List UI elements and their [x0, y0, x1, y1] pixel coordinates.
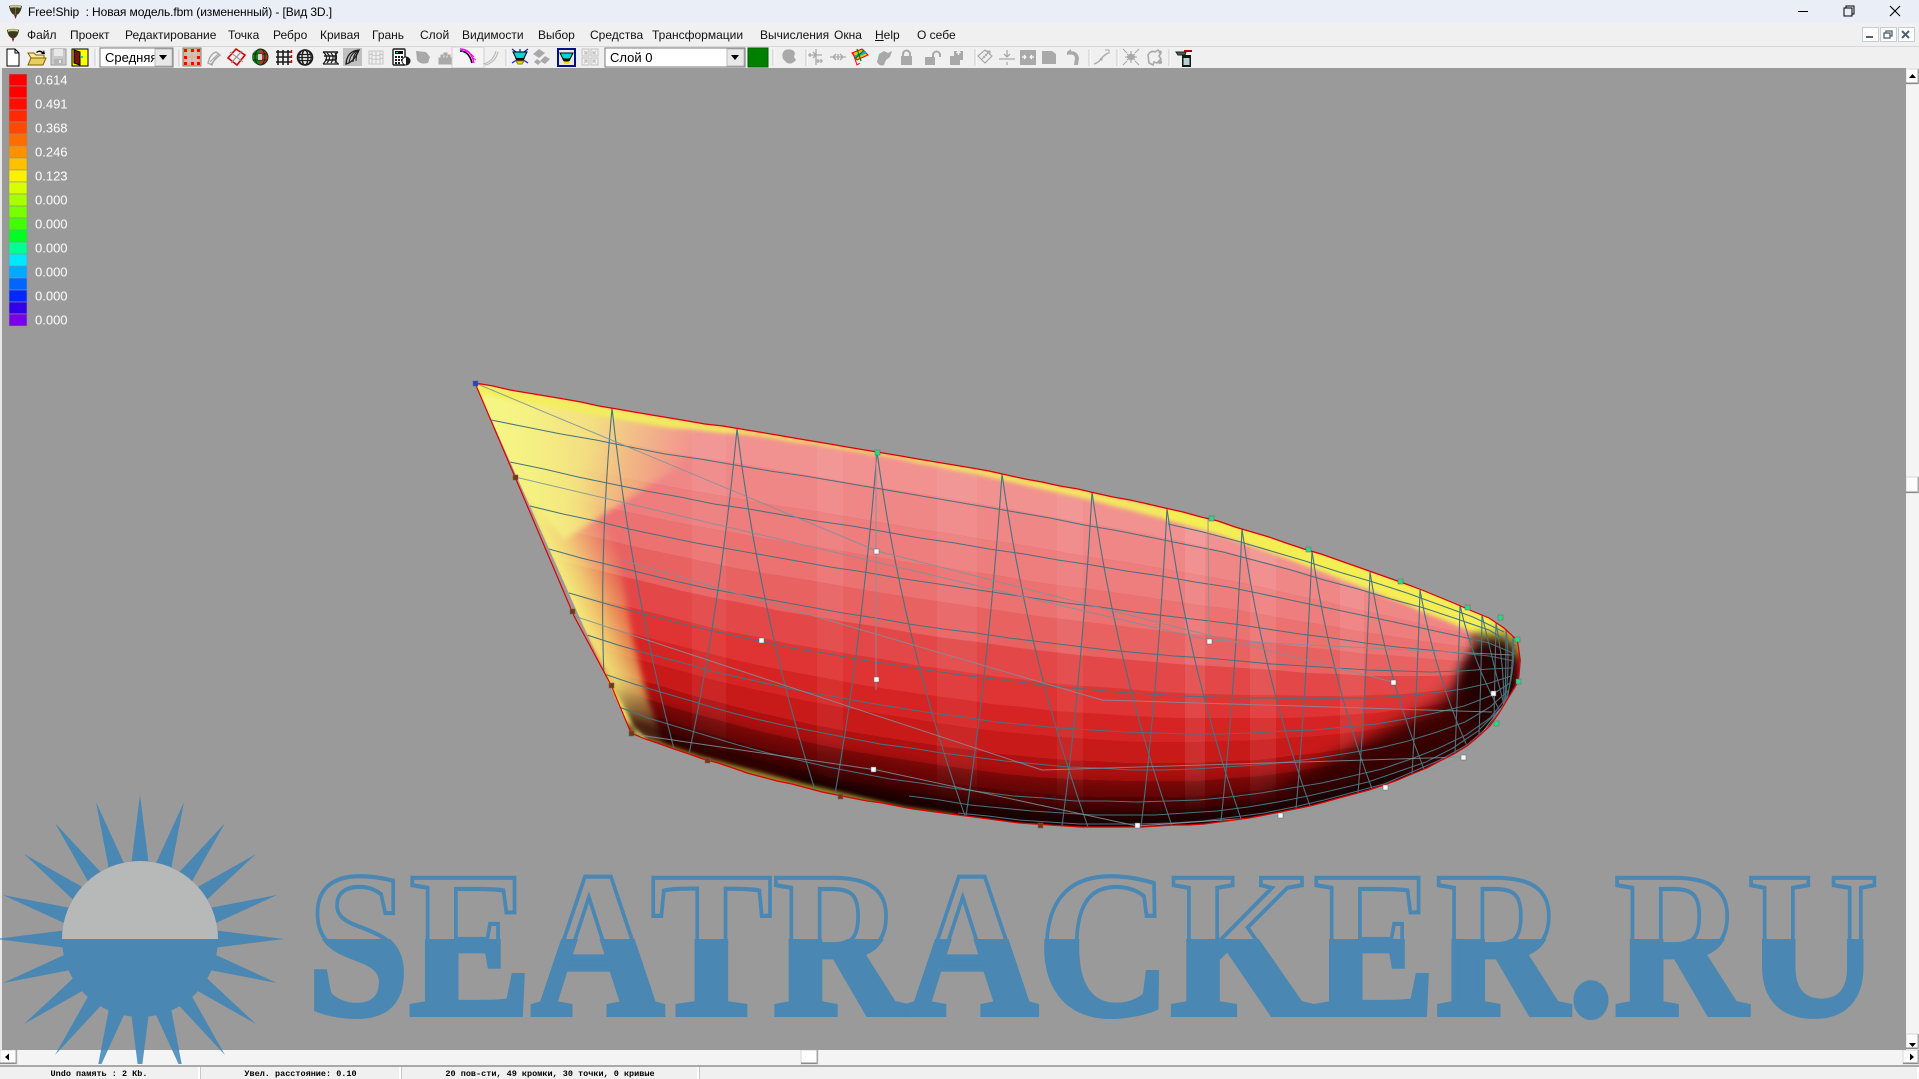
svg-text:Средняя: Средняя [105, 50, 157, 65]
svg-text:0.000: 0.000 [35, 241, 68, 256]
svg-text:0.000: 0.000 [35, 289, 68, 304]
svg-text:0.000: 0.000 [35, 217, 68, 232]
svg-text:0.000: 0.000 [35, 193, 68, 208]
svg-text:Слой 0: Слой 0 [610, 50, 652, 65]
svg-text:0.491: 0.491 [35, 97, 68, 112]
svg-text:0.123: 0.123 [35, 169, 68, 184]
svg-text:0.368: 0.368 [35, 121, 68, 136]
svg-text:0.246: 0.246 [35, 145, 68, 160]
svg-text:0.000: 0.000 [35, 313, 68, 328]
svg-text:0.614: 0.614 [35, 73, 68, 88]
svg-text:0.000: 0.000 [35, 265, 68, 280]
